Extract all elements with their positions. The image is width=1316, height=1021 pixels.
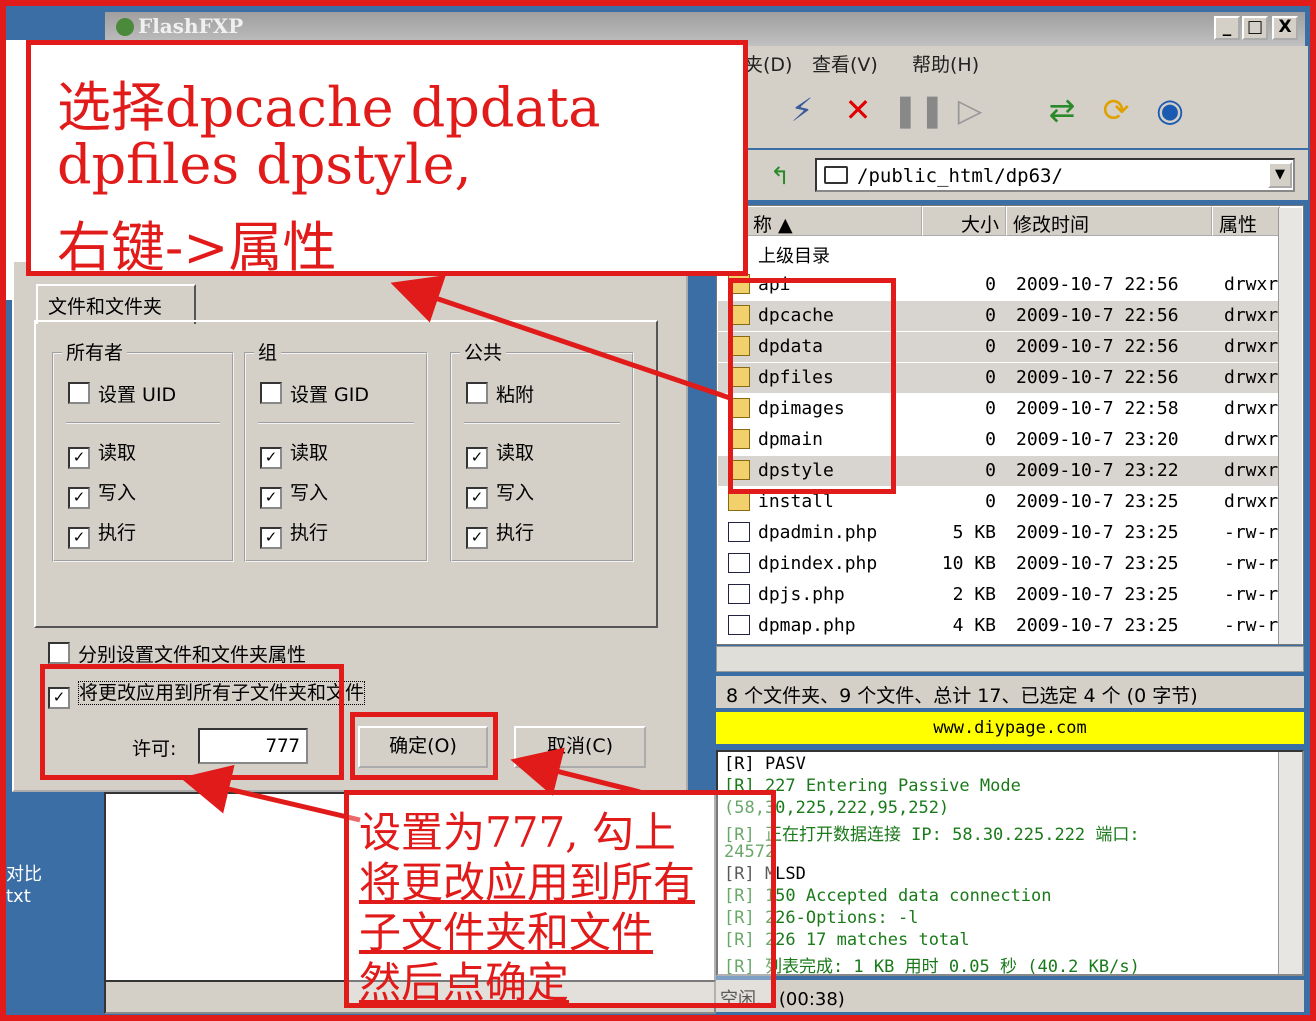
outer-red-frame <box>0 0 1316 1021</box>
